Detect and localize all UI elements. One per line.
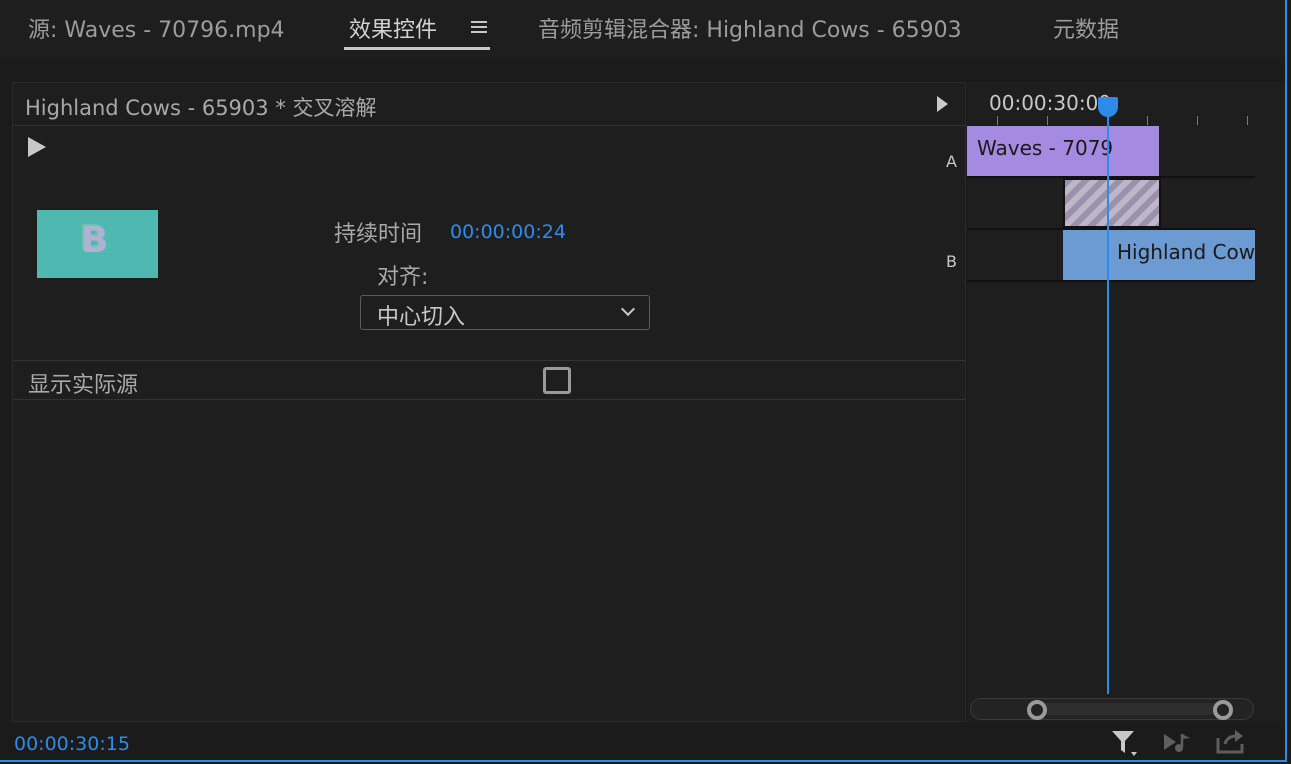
track-b-label: B bbox=[946, 252, 957, 271]
hamburger-menu-icon[interactable] bbox=[471, 19, 489, 35]
clip-b[interactable]: Highland Cow bbox=[1063, 230, 1255, 280]
filter-icon[interactable] bbox=[1110, 728, 1142, 758]
export-icon[interactable] bbox=[1215, 728, 1247, 756]
tab-source[interactable]: 源: Waves - 70796.mp4 bbox=[28, 12, 285, 44]
alignment-selected-value: 中心切入 bbox=[377, 305, 466, 330]
panel-tab-bar: 源: Waves - 70796.mp4 效果控件 音频剪辑混合器: Highl… bbox=[0, 0, 1285, 58]
scrollbar-track bbox=[1037, 703, 1225, 715]
chevron-down-icon bbox=[620, 301, 636, 317]
preview-letter: B bbox=[81, 220, 109, 261]
scroll-handle-right[interactable] bbox=[1213, 700, 1233, 720]
expand-timeline-icon[interactable] bbox=[937, 96, 948, 112]
clip-header: Highland Cows - 65903 * 交叉溶解 bbox=[13, 83, 965, 126]
alignment-label: 对齐: bbox=[377, 265, 429, 290]
track-divider bbox=[967, 280, 1255, 282]
effect-controls-panel: Highland Cows - 65903 * 交叉溶解 B B 持续时间 00… bbox=[12, 82, 966, 722]
ruler-tick bbox=[997, 116, 998, 125]
playhead-line bbox=[1107, 104, 1109, 694]
show-actual-sources-label: 显示实际源 bbox=[28, 373, 139, 398]
active-tab-indicator bbox=[344, 47, 490, 50]
transition-preview-thumbnail: B B bbox=[37, 210, 158, 278]
track-a-label: A bbox=[946, 152, 957, 171]
ruler-tick bbox=[1047, 116, 1048, 125]
timeline-timecode: 00:00:30:00 bbox=[989, 91, 1112, 115]
playhead-handle[interactable] bbox=[1098, 97, 1118, 117]
show-actual-sources-checkbox[interactable] bbox=[543, 367, 571, 394]
ruler-tick bbox=[1247, 116, 1248, 125]
current-timecode[interactable]: 00:00:30:15 bbox=[14, 733, 130, 755]
alignment-dropdown[interactable]: 中心切入 bbox=[360, 295, 650, 330]
clip-a[interactable]: Waves - 7079 bbox=[967, 126, 1159, 176]
ruler-tick bbox=[1197, 116, 1198, 125]
clip-b-label: Highland Cow bbox=[1117, 240, 1255, 264]
duration-value[interactable]: 00:00:00:24 bbox=[450, 221, 566, 243]
zoom-scrollbar[interactable] bbox=[970, 698, 1254, 720]
clip-a-label: Waves - 7079 bbox=[977, 136, 1114, 160]
tab-audio-clip-mixer[interactable]: 音频剪辑混合器: Highland Cows - 65903 bbox=[538, 12, 962, 44]
scroll-handle-left[interactable] bbox=[1027, 700, 1047, 720]
tab-metadata[interactable]: 元数据 bbox=[1053, 12, 1119, 44]
play-icon[interactable] bbox=[28, 137, 46, 157]
play-audio-icon[interactable] bbox=[1162, 730, 1196, 754]
mini-timeline-panel: 00:00:30:00 Waves - 7079 Highland Cow bbox=[967, 82, 1285, 722]
ruler-tick bbox=[1147, 116, 1148, 125]
transition-clip[interactable] bbox=[1063, 178, 1161, 228]
duration-label: 持续时间 bbox=[334, 222, 423, 247]
clip-title: Highland Cows - 65903 * 交叉溶解 bbox=[25, 96, 377, 120]
tab-effect-controls[interactable]: 效果控件 bbox=[349, 12, 437, 44]
show-actual-sources-row: 显示实际源 bbox=[13, 360, 965, 400]
